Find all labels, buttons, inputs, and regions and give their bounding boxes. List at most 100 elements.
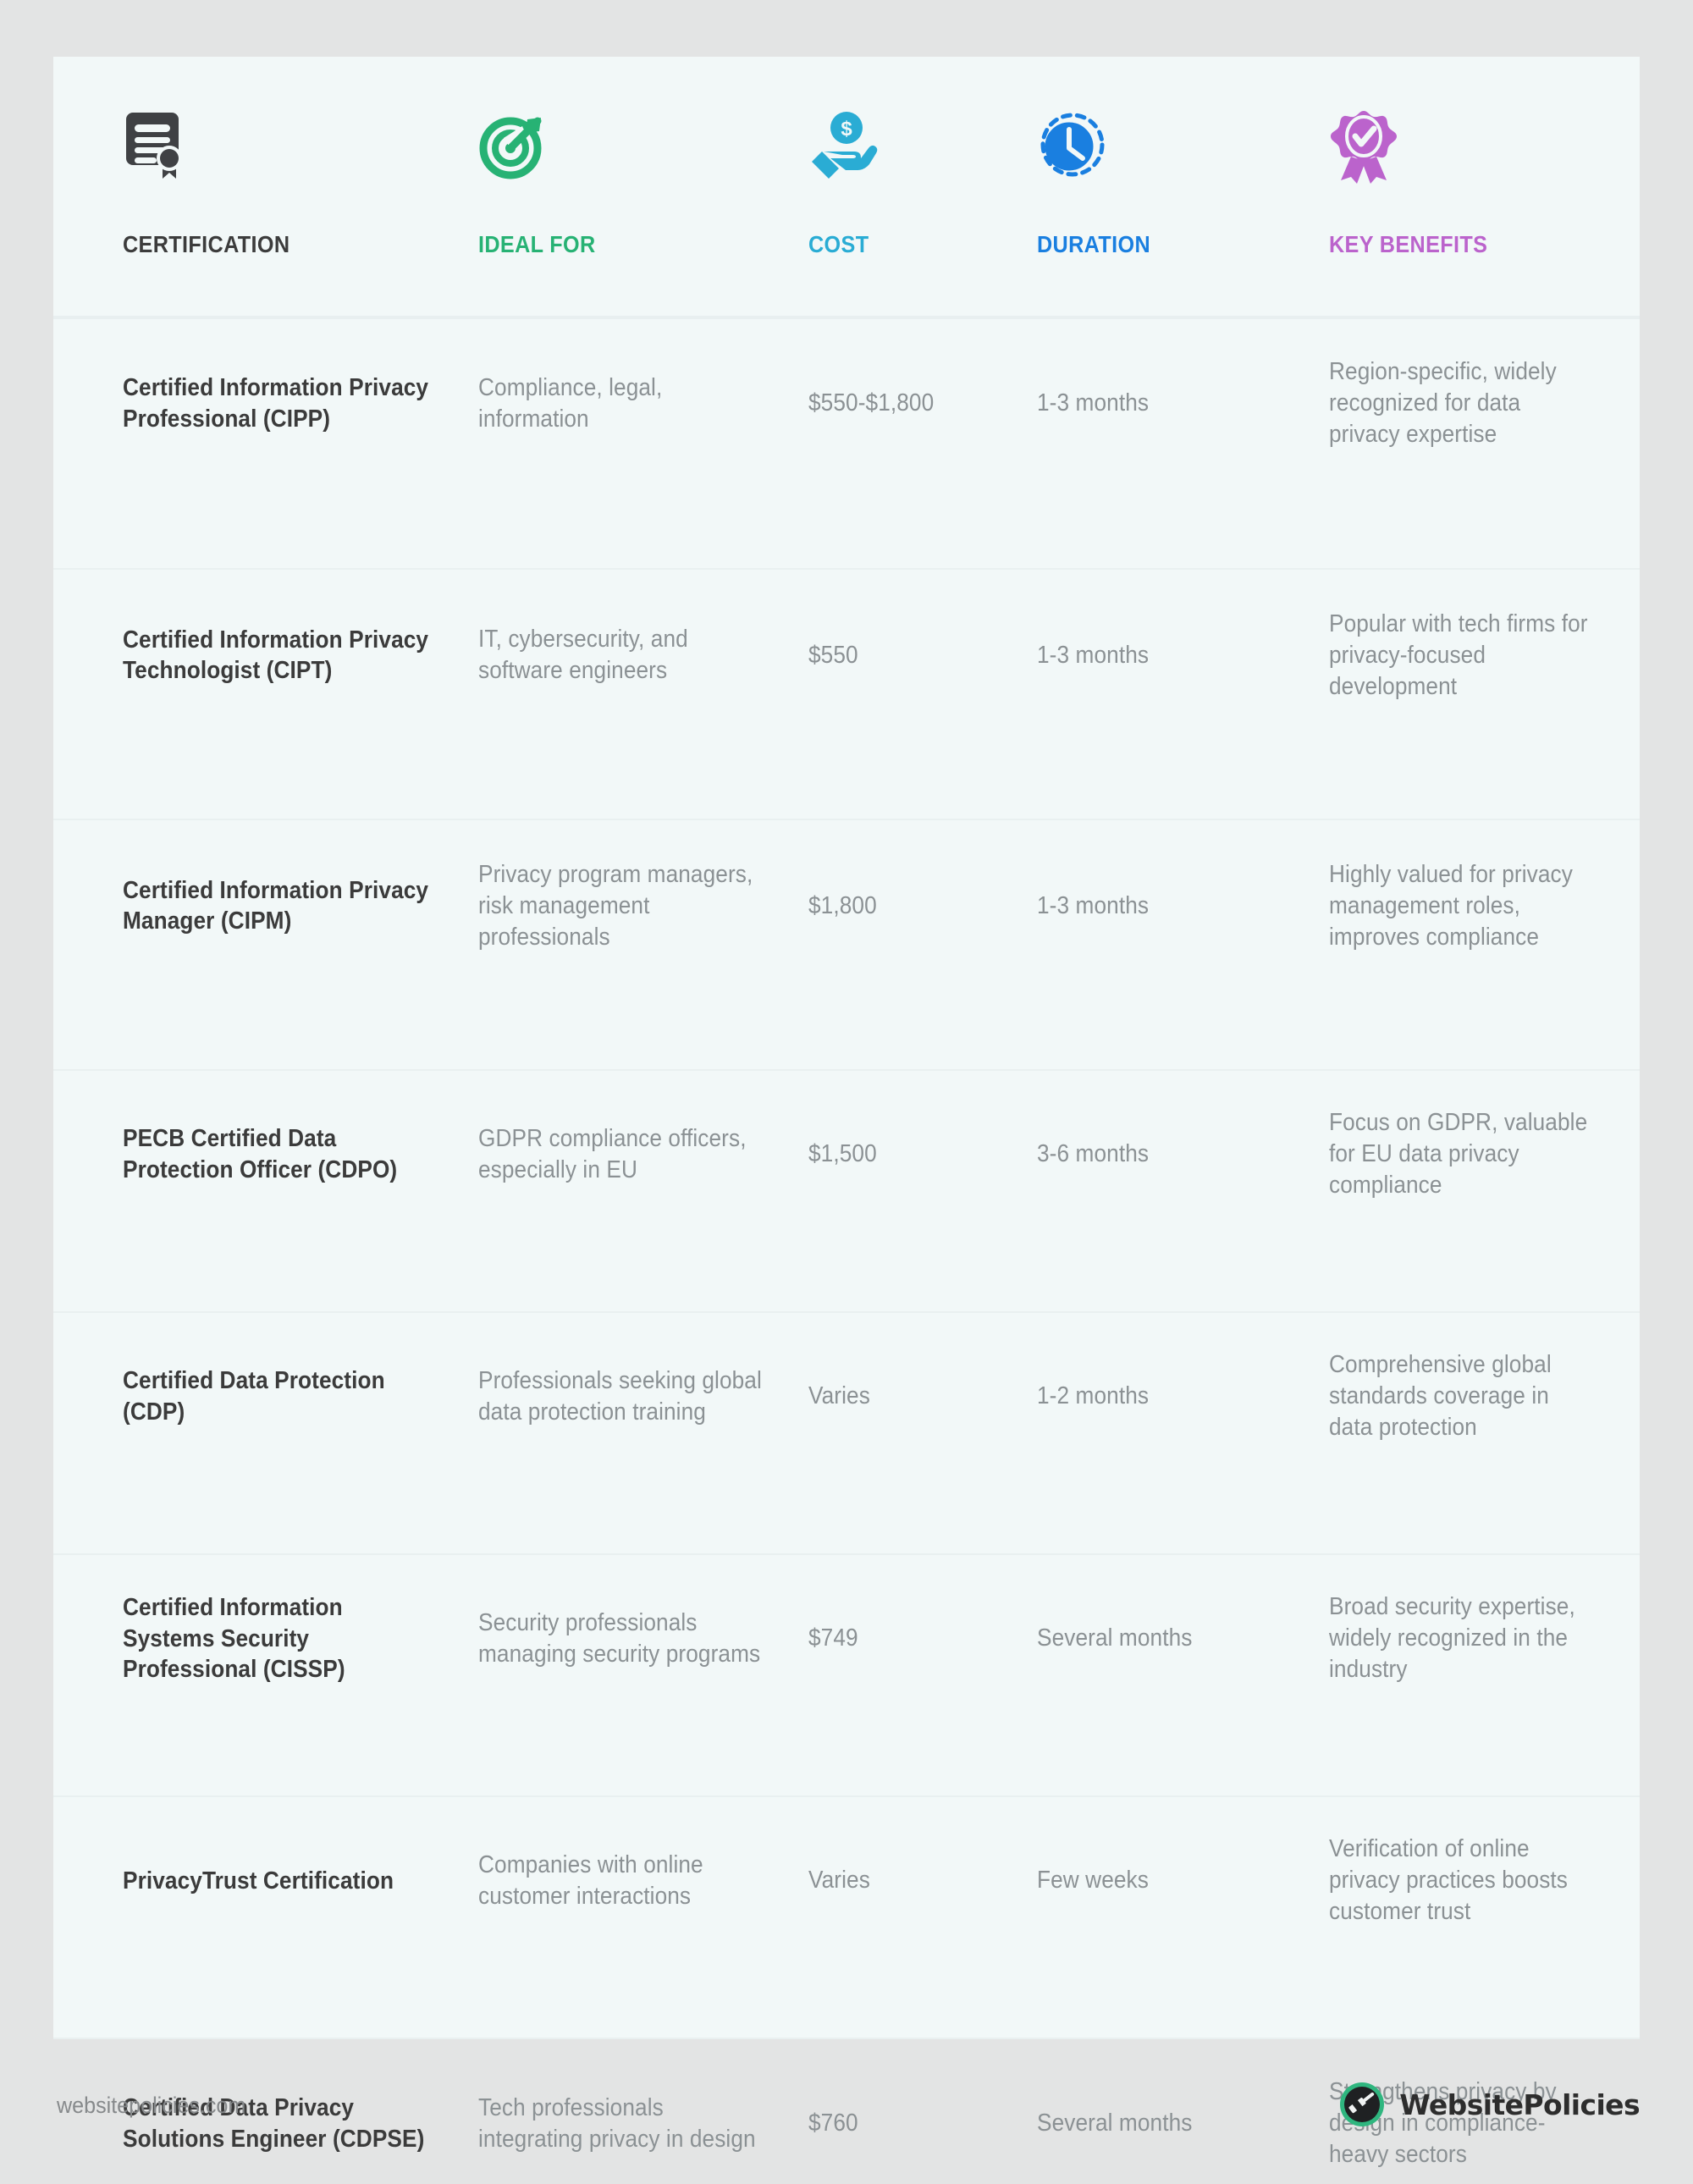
cell-ideal-for-text: Compliance, legal, information <box>478 373 663 433</box>
row-gutter <box>53 570 123 742</box>
target-arrow-icon <box>478 109 808 201</box>
page-footer: websitepolicies.com WebsitePolicies <box>0 2065 1693 2184</box>
cell-key-benefits-text: Broad security expertise, widely recogni… <box>1329 1593 1575 1684</box>
row-right-gutter <box>53 490 123 568</box>
cell-certification-text: Certified Data Protection (CDP) <box>123 1367 385 1426</box>
table-body: Certified Information Privacy Profession… <box>53 317 1640 2184</box>
table-row: PrivacyTrust Certification Companies with… <box>53 1795 1640 2038</box>
cell-key-benefits: Verification of online privacy practices… <box>1329 1797 1640 1965</box>
footer-url[interactable]: websitepolicies.com <box>57 2093 245 2119</box>
cell-cost: Varies <box>808 1797 1037 1965</box>
table-row: PECB Certified Data Protection Officer (… <box>53 1069 1640 1311</box>
cell-key-benefits: Highly valued for privacy management rol… <box>1329 820 1640 992</box>
cell-certification: PECB Certified Data Protection Officer (… <box>123 1071 478 1238</box>
infographic-page: CERTIFICATION IDEAL FOR $ COST DURATION … <box>0 0 1693 2184</box>
row-gutter <box>53 820 123 992</box>
header-right-gutter <box>53 288 123 317</box>
cell-key-benefits: Popular with tech firms for privacy-focu… <box>1329 570 1640 742</box>
cell-key-benefits-text: Region-specific, widely recognized for d… <box>1329 358 1557 449</box>
cell-cost: $550-$1,800 <box>808 317 1037 490</box>
cell-certification: Certified Information Privacy Profession… <box>123 317 478 490</box>
hand-money-icon: $ <box>808 109 1037 201</box>
cell-key-benefits: Region-specific, widely recognized for d… <box>1329 317 1640 490</box>
cell-certification-text: Certified Information Privacy Manager (C… <box>123 876 429 935</box>
cell-cost: Varies <box>808 1313 1037 1481</box>
cell-duration: 1-3 months <box>1037 570 1329 742</box>
cell-certification: Certified Information Privacy Manager (C… <box>123 820 478 992</box>
table-row: Certified Information Privacy Manager (C… <box>53 819 1640 1069</box>
header-gutter <box>53 57 123 288</box>
cell-certification-text: Certified Information Privacy Technologi… <box>123 626 429 685</box>
cell-duration: 1-2 months <box>1037 1313 1329 1481</box>
cell-ideal-for-text: Security professionals managing security… <box>478 1608 761 1668</box>
column-header-ideal-for: IDEAL FOR <box>478 57 808 288</box>
comparison-table-card: CERTIFICATION IDEAL FOR $ COST DURATION … <box>53 57 1640 2168</box>
cell-ideal-for-text: Companies with online customer interacti… <box>478 1850 703 1910</box>
certificate-icon <box>123 109 478 201</box>
cell-duration-text: 1-3 months <box>1037 891 1150 919</box>
cell-cost-text: $550 <box>808 641 858 669</box>
cell-duration: Several months <box>1037 1555 1329 1723</box>
cell-cost-text: $1,800 <box>808 891 877 919</box>
gavel-logo-icon <box>1338 2081 1386 2128</box>
cell-ideal-for: Professionals seeking global data protec… <box>478 1313 808 1481</box>
cell-certification-text: PECB Certified Data Protection Officer (… <box>123 1125 398 1183</box>
row-gutter <box>53 1555 123 1723</box>
row-gutter <box>53 1313 123 1481</box>
cell-key-benefits-text: Comprehensive global standards coverage … <box>1329 1351 1552 1442</box>
cell-duration-text: 1-3 months <box>1037 389 1150 417</box>
cell-duration-text: 1-3 months <box>1037 641 1150 669</box>
cell-key-benefits-text: Popular with tech firms for privacy-focu… <box>1329 609 1588 700</box>
cell-cost: $1,500 <box>808 1071 1037 1238</box>
cell-ideal-for: IT, cybersecurity, and software engineer… <box>478 570 808 742</box>
cell-duration-text: 1-2 months <box>1037 1382 1150 1410</box>
row-right-gutter <box>53 1238 123 1311</box>
cell-ideal-for: Compliance, legal, information <box>478 317 808 490</box>
cell-duration-text: 3-6 months <box>1037 1140 1150 1168</box>
cell-certification: Certified Information Privacy Technologi… <box>123 570 478 742</box>
cell-ideal-for: Security professionals managing security… <box>478 1555 808 1723</box>
row-right-gutter <box>53 1481 123 1553</box>
cell-duration-text: Few weeks <box>1037 1867 1149 1894</box>
brand-name: WebsitePolicies <box>1399 2087 1640 2121</box>
cell-key-benefits-text: Highly valued for privacy management rol… <box>1329 860 1573 951</box>
cell-certification: PrivacyTrust Certification <box>123 1797 478 1965</box>
cell-cost-text: $749 <box>808 1624 858 1652</box>
row-right-gutter <box>53 1723 123 1795</box>
cell-duration: 1-3 months <box>1037 317 1329 490</box>
row-gutter <box>53 1071 123 1238</box>
cell-cost-text: $550-$1,800 <box>808 389 935 417</box>
column-header-duration: DURATION <box>1037 57 1329 288</box>
cell-key-benefits: Focus on GDPR, valuable for EU data priv… <box>1329 1071 1640 1238</box>
column-header-label: COST <box>808 231 869 257</box>
column-header-label: DURATION <box>1037 231 1151 257</box>
cell-key-benefits: Comprehensive global standards coverage … <box>1329 1313 1640 1481</box>
cell-certification-text: Certified Information Systems Security P… <box>123 1594 345 1684</box>
cell-cost: $749 <box>808 1555 1037 1723</box>
brand-lockup[interactable]: WebsitePolicies <box>1338 2081 1641 2128</box>
table-row: Certified Information Privacy Profession… <box>53 317 1640 568</box>
cell-key-benefits-text: Focus on GDPR, valuable for EU data priv… <box>1329 1109 1588 1200</box>
cell-certification-text: Certified Information Privacy Profession… <box>123 374 429 433</box>
column-header-certification: CERTIFICATION <box>123 57 478 288</box>
clock-icon <box>1037 109 1329 201</box>
cell-cost-text: $1,500 <box>808 1140 877 1168</box>
row-right-gutter <box>53 992 123 1069</box>
cell-certification: Certified Data Protection (CDP) <box>123 1313 478 1481</box>
cell-duration: 3-6 months <box>1037 1071 1329 1238</box>
cell-ideal-for-text: Privacy program managers, risk managemen… <box>478 860 753 951</box>
column-header-label: IDEAL FOR <box>478 231 596 257</box>
cell-duration: 1-3 months <box>1037 820 1329 992</box>
column-header-label: CERTIFICATION <box>123 231 290 257</box>
column-header-key-benefits: KEY BENEFITS <box>1329 57 1640 288</box>
cell-cost: $1,800 <box>808 820 1037 992</box>
cell-ideal-for: Companies with online customer interacti… <box>478 1797 808 1965</box>
row-right-gutter <box>53 742 123 819</box>
table-header-row: CERTIFICATION IDEAL FOR $ COST DURATION … <box>53 57 1640 317</box>
cell-certification-text: PrivacyTrust Certification <box>123 1867 394 1894</box>
award-ribbon-icon <box>1329 109 1640 201</box>
cell-ideal-for-text: Professionals seeking global data protec… <box>478 1366 762 1426</box>
cell-cost-text: Varies <box>808 1867 870 1894</box>
cell-cost-text: Varies <box>808 1382 870 1410</box>
row-right-gutter <box>53 1965 123 2038</box>
